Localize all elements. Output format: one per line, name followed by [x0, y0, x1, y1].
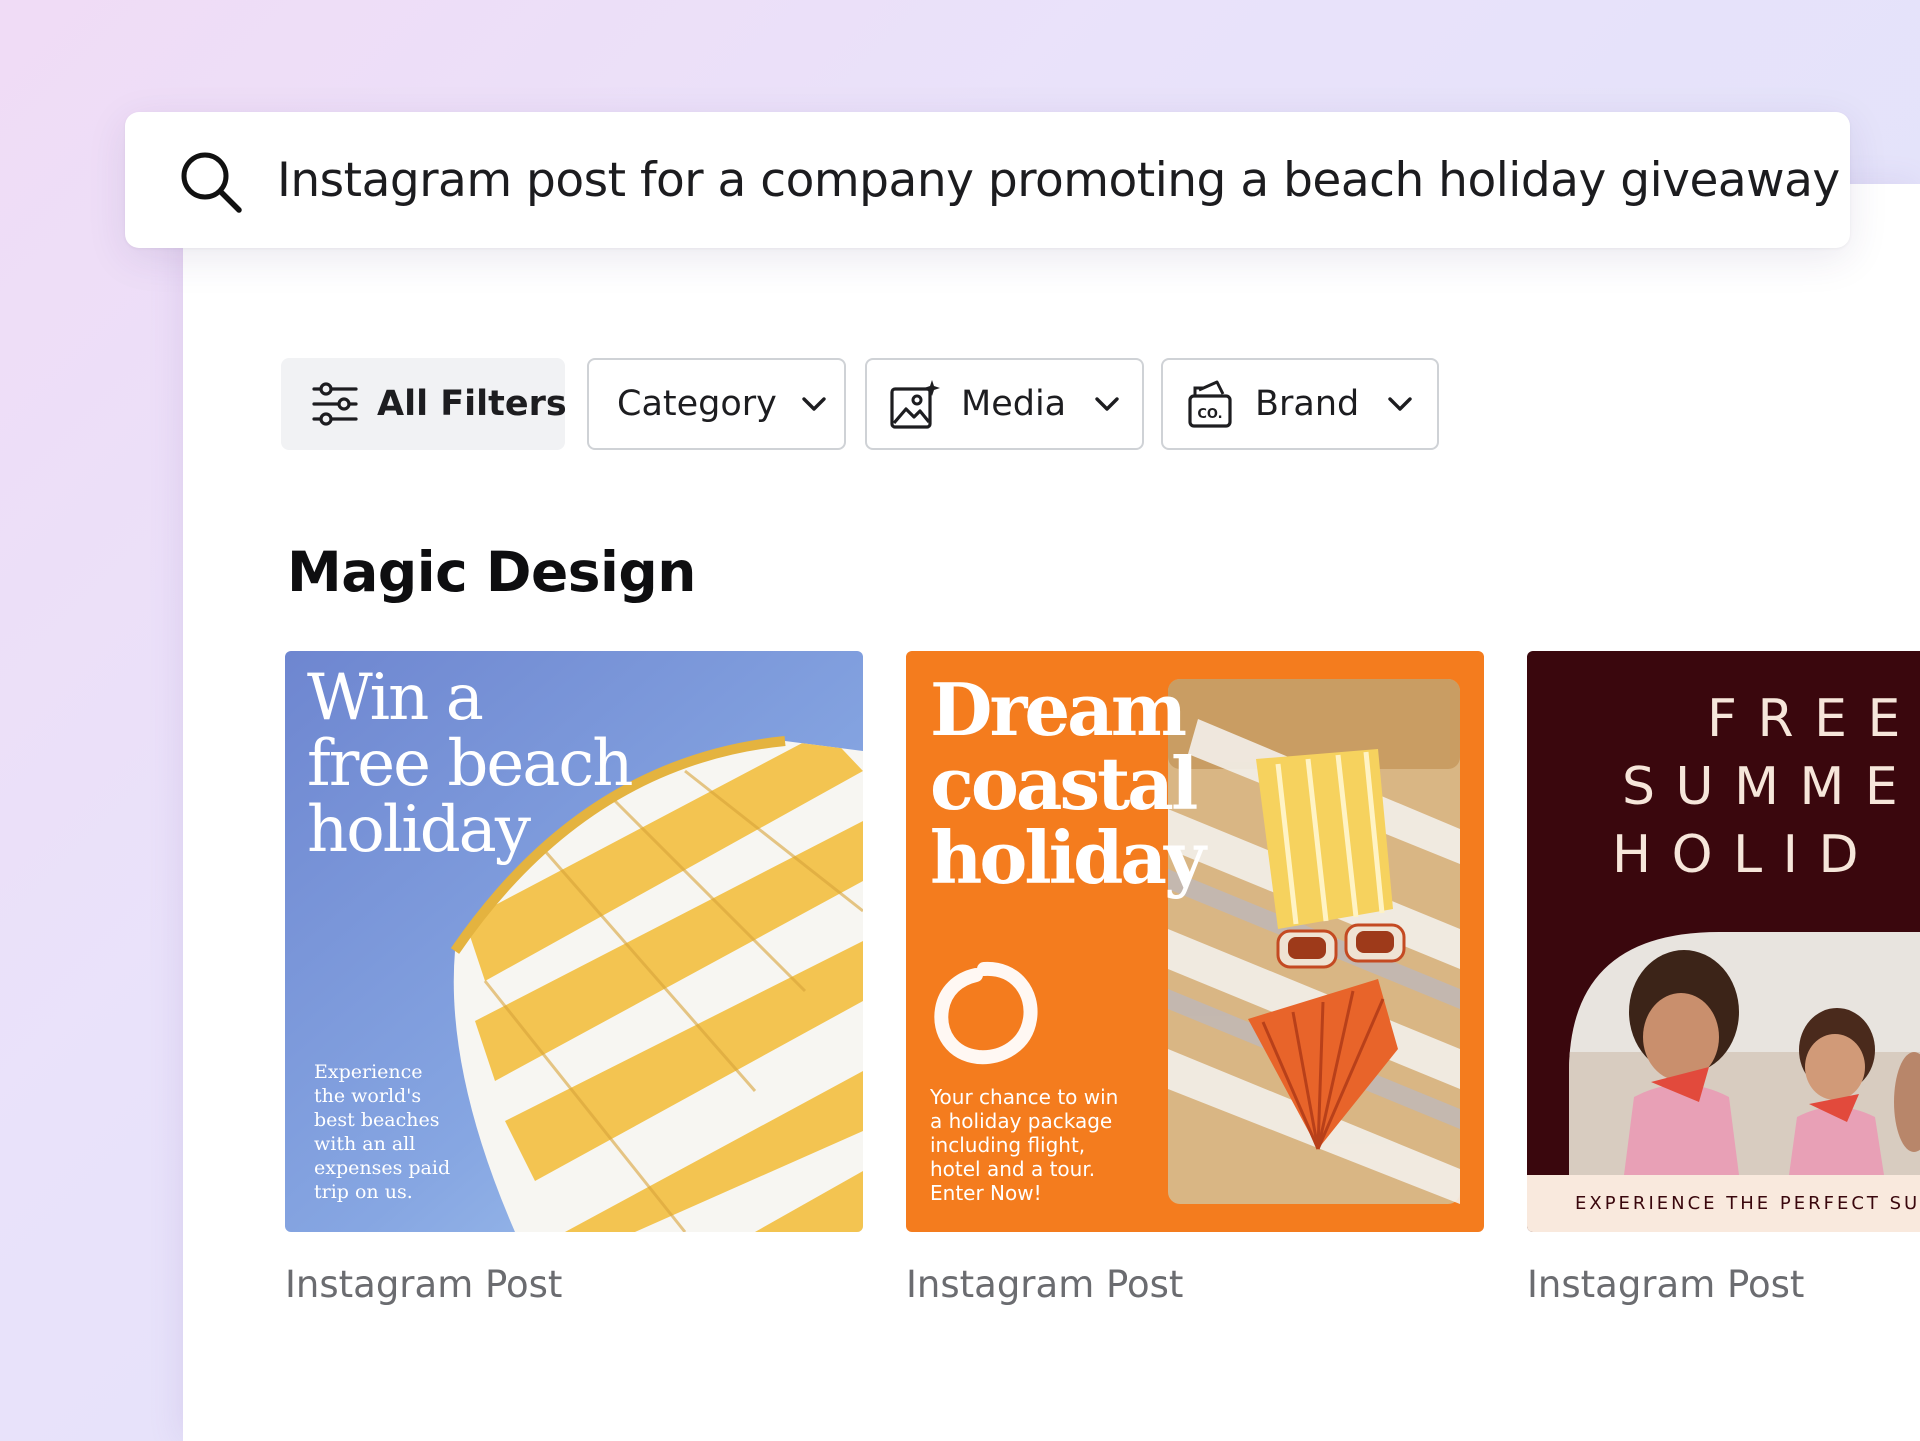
design-card[interactable]: F R E E S U M M E H O L I D EXPERIENCE T…: [1527, 651, 1920, 1232]
media-dropdown[interactable]: Media: [865, 358, 1144, 450]
headline-line: Win a: [307, 661, 484, 735]
brand-dropdown[interactable]: CO. Brand: [1161, 358, 1439, 450]
beach-towel-image: [1168, 679, 1460, 1204]
headline-line: S U M M E: [1622, 757, 1900, 817]
chevron-down-icon: [802, 397, 826, 411]
headline-line: F R E E: [1707, 689, 1903, 749]
card-footer: EXPERIENCE THE PERFECT SUM: [1527, 1175, 1920, 1232]
body-line: Your chance to win: [930, 1085, 1119, 1109]
headline-line: holiday: [930, 815, 1206, 900]
image-sparkle-icon: [890, 380, 940, 429]
chevron-down-icon: [1095, 397, 1119, 411]
body-line: a holiday package: [930, 1109, 1113, 1133]
children-photo: [1569, 932, 1920, 1175]
body-line: with an all: [314, 1133, 416, 1155]
headline-line: coastal: [930, 741, 1198, 826]
card-body: Your chance to win a holiday package inc…: [930, 1085, 1118, 1205]
card-type-label: Instagram Post: [1527, 1263, 1805, 1306]
category-dropdown[interactable]: Category: [587, 358, 846, 450]
brand-label: Brand: [1255, 384, 1360, 424]
footer-text: EXPERIENCE THE PERFECT SUM: [1575, 1193, 1920, 1214]
card-headline: Dream coastal holiday: [930, 667, 1206, 900]
card-type-label: Instagram Post: [285, 1263, 563, 1306]
sliders-icon: [312, 382, 358, 426]
card-headline: Win a free beach holiday: [307, 661, 633, 867]
category-label: Category: [617, 384, 777, 424]
brush-circle-icon: [934, 961, 1038, 1065]
chevron-down-icon: [1388, 397, 1412, 411]
card-body: Experience the world's best beaches with…: [314, 1060, 450, 1204]
media-label: Media: [961, 384, 1067, 424]
headline-line: Dream: [930, 667, 1187, 752]
headline-line: H O L I D: [1612, 825, 1861, 885]
body-line: Experience: [314, 1061, 423, 1083]
body-line: trip on us.: [314, 1181, 413, 1203]
body-line: best beaches: [314, 1109, 440, 1131]
search-input[interactable]: Instagram post for a company promoting a…: [277, 148, 1840, 214]
search-icon: [181, 152, 242, 213]
body-line: expenses paid: [314, 1157, 451, 1179]
body-line: Enter Now!: [930, 1181, 1042, 1205]
body-line: including flight,: [930, 1133, 1086, 1157]
svg-text:CO.: CO.: [1197, 407, 1222, 422]
body-line: the world's: [314, 1085, 422, 1107]
card-type-label: Instagram Post: [906, 1263, 1184, 1306]
headline-line: free beach: [307, 727, 633, 801]
all-filters-label: All Filters: [377, 384, 567, 424]
design-card[interactable]: Dream coastal holiday Your chance to win…: [906, 651, 1484, 1232]
body-line: hotel and a tour.: [930, 1157, 1096, 1181]
brand-kit-icon: CO.: [1188, 380, 1232, 428]
headline-line: holiday: [307, 793, 531, 867]
all-filters-button[interactable]: All Filters: [281, 358, 567, 450]
search-bar[interactable]: Instagram post for a company promoting a…: [125, 112, 1850, 248]
design-card[interactable]: Win a free beach holiday Experience the …: [285, 651, 863, 1232]
section-title: Magic Design: [287, 540, 696, 604]
